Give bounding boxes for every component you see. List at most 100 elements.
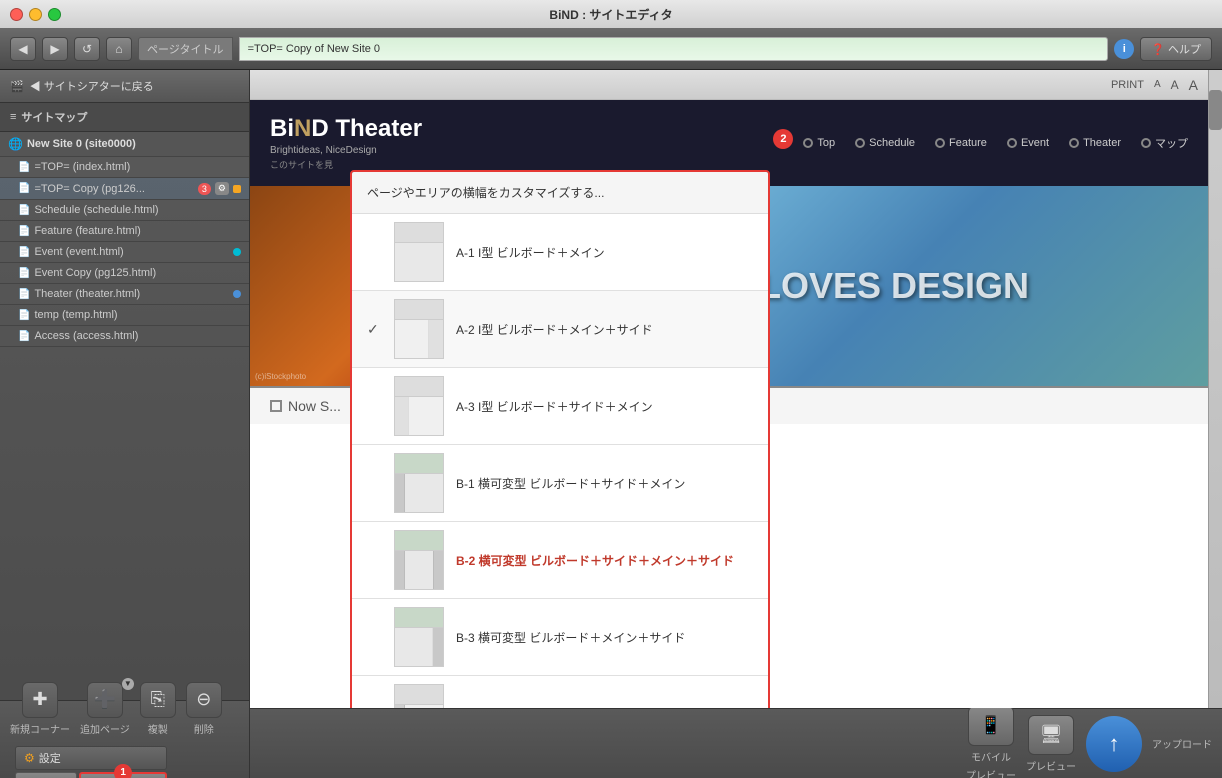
- tree-item-label: Theater (theater.html): [34, 288, 229, 300]
- preview-label: プレビュー: [1026, 758, 1076, 773]
- minimize-button[interactable]: [29, 8, 42, 21]
- layout-item-b1[interactable]: B-1 横可変型 ビルボード＋サイド＋メイン: [352, 445, 768, 522]
- forward-nav-button[interactable]: ▶: [42, 37, 68, 61]
- maximize-button[interactable]: [48, 8, 61, 21]
- tree-item[interactable]: 📄 Access (access.html): [0, 326, 249, 347]
- content-area: PRINT A A A BiND Theater Brightideas, Ni…: [250, 70, 1222, 778]
- loves-design-text: LOVES DESIGN: [759, 265, 1029, 307]
- back-to-theater-label: ◀ サイトシアターに戻る: [30, 78, 154, 94]
- tree-item[interactable]: 📄 temp (temp.html): [0, 305, 249, 326]
- tree-item[interactable]: 📄 =TOP= (index.html): [0, 157, 249, 178]
- tree-item[interactable]: 📄 Event Copy (pg125.html): [0, 263, 249, 284]
- layout-item-a1[interactable]: A-1 I型 ビルボード＋メイン: [352, 214, 768, 291]
- nav-label: Theater: [1083, 137, 1121, 149]
- thumb-main: [395, 243, 443, 281]
- print-label: PRINT: [1111, 79, 1144, 91]
- thumb-top: [395, 300, 443, 320]
- copy-icon: ⎘: [140, 682, 176, 718]
- thumb-side-right: [433, 551, 443, 589]
- layout-item-b3[interactable]: B-3 横可変型 ビルボード＋メイン＋サイド: [352, 599, 768, 676]
- window-controls[interactable]: [10, 8, 61, 21]
- tree-item[interactable]: 📄 Theater (theater.html): [0, 284, 249, 305]
- radio-dot: [935, 138, 945, 148]
- site-root-item[interactable]: 🌐 New Site 0 (site0000): [0, 132, 249, 157]
- page-title-input[interactable]: [239, 37, 1109, 61]
- nav-label: Event: [1021, 137, 1049, 149]
- nav-item-top[interactable]: Top: [803, 137, 835, 149]
- site-tree: 🌐 New Site 0 (site0000) 📄 =TOP= (index.h…: [0, 132, 249, 700]
- copy-button[interactable]: ⎘ 複製: [140, 682, 176, 736]
- sidebar-bottom-toolbar: ✚ 新規コーナー ➕ 追加ページ ▼ ⎘ 複製 ⊖ 削除: [0, 700, 249, 778]
- nav-item-feature[interactable]: Feature: [935, 137, 987, 149]
- nav-item-map[interactable]: マップ: [1141, 135, 1188, 151]
- vertical-scrollbar[interactable]: [1208, 70, 1222, 708]
- layout-thumb-b3: [394, 607, 444, 667]
- tree-item[interactable]: 📄 Event (event.html): [0, 242, 249, 263]
- layout-item-b2[interactable]: B-2 横可変型 ビルボード＋サイド＋メイン＋サイド: [352, 522, 768, 599]
- layout-item-a2[interactable]: ✓ A-2 I型 ビルボード＋メイン＋サイド: [352, 291, 768, 368]
- settings-tab[interactable]: ⚙ 設定: [15, 746, 167, 770]
- tree-item-label: Access (access.html): [34, 330, 241, 342]
- thumb-main: [405, 474, 443, 512]
- back-to-theater-button[interactable]: 🎬 ◀ サイトシアターに戻る: [0, 70, 249, 103]
- tree-item-label: Schedule (schedule.html): [34, 204, 241, 216]
- close-button[interactable]: [10, 8, 23, 21]
- page-icon: 📄: [18, 226, 30, 237]
- copyright-label: (c)iStockphoto: [255, 372, 306, 381]
- page-icon: 📄: [18, 289, 30, 300]
- tree-item[interactable]: 📄 Feature (feature.html): [0, 221, 249, 242]
- tree-item[interactable]: 📄 =TOP= Copy (pg126... 3 ⚙: [0, 178, 249, 200]
- font-large[interactable]: A: [1189, 77, 1198, 93]
- font-small[interactable]: A: [1154, 79, 1161, 90]
- layout-item-c1[interactable]: C-1 左寄せ型 ビルボード＋サイド＋メイン: [352, 676, 768, 708]
- new-corner-button[interactable]: ✚ 新規コーナー: [10, 682, 70, 736]
- settings-badge[interactable]: ⚙: [215, 182, 229, 195]
- tree-item[interactable]: 📄 Schedule (schedule.html): [0, 200, 249, 221]
- checkmark-a1: [367, 244, 382, 260]
- layout-thumb-b2: [394, 530, 444, 590]
- thumb-body: [395, 551, 443, 589]
- titlebar-title: BiND : サイトエディタ: [549, 6, 672, 23]
- nav-label: Schedule: [869, 137, 915, 149]
- mobile-preview-button[interactable]: 📱 モバイル プレビュー: [966, 706, 1016, 778]
- nav-item-event[interactable]: Event: [1007, 137, 1049, 149]
- back-arrow-icon: 🎬: [10, 80, 24, 93]
- thumb-side-left: [395, 551, 405, 589]
- layout-tab[interactable]: ▦ レイアウト 1: [79, 772, 166, 778]
- preview-button[interactable]: 🖥 プレビュー: [1026, 715, 1076, 773]
- web-top-bar: PRINT A A A: [250, 70, 1208, 100]
- delete-label: 削除: [194, 721, 214, 736]
- layout-item-a3[interactable]: A-3 I型 ビルボード＋サイド＋メイン: [352, 368, 768, 445]
- back-nav-button[interactable]: ◀: [10, 37, 36, 61]
- page-icon: 📄: [18, 183, 30, 194]
- app-layout: ◀ ▶ ↺ ⌂ ページタイトル i ❓ ヘルプ 🎬 ◀ サイトシアターに戻る ≡…: [0, 28, 1222, 778]
- mobile-preview-label: モバイル: [971, 749, 1011, 764]
- thumb-side-left: [395, 705, 405, 708]
- thumb-side-left: [395, 397, 409, 435]
- upload-label: アップロード: [1152, 736, 1212, 751]
- page-title-label: ページタイトル: [138, 37, 233, 61]
- thumb-main: [409, 397, 443, 435]
- layout-label-a2: A-2 I型 ビルボード＋メイン＋サイド: [456, 321, 653, 338]
- thumb-body: [395, 243, 443, 281]
- sitemap-icon: ≡: [10, 111, 16, 123]
- info-button[interactable]: i: [1114, 39, 1134, 59]
- upload-button[interactable]: ↑: [1086, 716, 1142, 772]
- theme-tab[interactable]: ✓ テーマ: [15, 772, 77, 778]
- add-page-button[interactable]: ➕ 追加ページ ▼: [80, 682, 130, 736]
- refresh-button[interactable]: ↺: [74, 37, 100, 61]
- new-corner-icon: ✚: [22, 682, 58, 718]
- add-page-label: 追加ページ: [80, 721, 130, 736]
- tree-item-label: Feature (feature.html): [34, 225, 241, 237]
- thumb-body: [395, 397, 443, 435]
- thumb-body: [395, 628, 443, 666]
- font-mid[interactable]: A: [1171, 78, 1179, 92]
- radio-dot: [803, 138, 813, 148]
- help-button[interactable]: ❓ ヘルプ: [1140, 37, 1212, 61]
- nav-item-theater[interactable]: Theater: [1069, 137, 1121, 149]
- home-button[interactable]: ⌂: [106, 37, 132, 61]
- delete-button[interactable]: ⊖ 削除: [186, 682, 222, 736]
- scroll-thumb[interactable]: [1209, 90, 1222, 130]
- nav-item-schedule[interactable]: Schedule: [855, 137, 915, 149]
- mobile-icon: 📱: [968, 706, 1014, 746]
